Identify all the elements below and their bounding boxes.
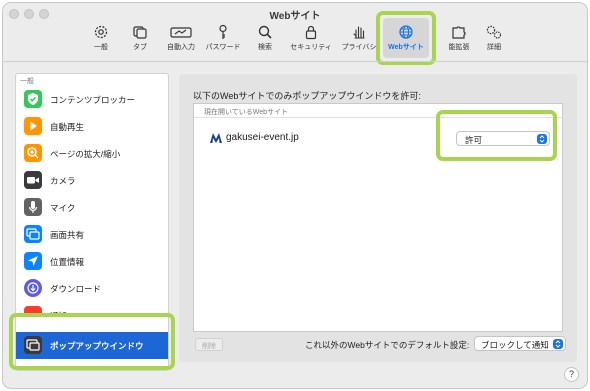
- window-title: Webサイト: [269, 11, 321, 22]
- play-icon: [24, 117, 42, 135]
- sidebar-item-screen-sharing[interactable]: 画面共有: [16, 221, 168, 248]
- tab-advanced[interactable]: 詳細: [464, 23, 524, 59]
- delete-button-label: 削除: [202, 343, 216, 350]
- site-name: gakusei-event.jp: [226, 132, 299, 143]
- default-setting-label: これ以外のWebサイトでのデフォルト設定:: [305, 340, 470, 350]
- location-icon: [24, 252, 42, 270]
- tab-advanced-label: 詳細: [487, 44, 501, 51]
- sidebar-item-camera[interactable]: カメラ: [16, 167, 168, 194]
- sidebar-item-content-blockers[interactable]: コンテンツブロッカー: [16, 86, 168, 113]
- sidebar-item-autoplay[interactable]: 自動再生: [16, 113, 168, 140]
- list-section-header-label: 現在開いているWebサイト: [204, 109, 289, 116]
- permission-select-highlight: [436, 110, 557, 161]
- tab-websites[interactable]: Webサイト: [376, 23, 436, 59]
- autofill-icon: [170, 27, 192, 38]
- delete-button[interactable]: 削除: [195, 338, 223, 351]
- tabs-icon: [133, 26, 147, 39]
- sidebar-item-page-zoom[interactable]: ページの拡大/縮小: [16, 140, 168, 167]
- hand-icon: [353, 26, 365, 39]
- sidebar-item-label: マイク: [50, 203, 76, 213]
- sidebar-item-label: 画面共有: [50, 230, 85, 240]
- globe-icon: [399, 25, 413, 39]
- site-favicon-icon: [210, 133, 222, 143]
- search-icon: [258, 25, 272, 39]
- sidebar-item-label: ページの拡大/縮小: [50, 149, 121, 159]
- default-setting-value: ブロックして通知: [481, 340, 549, 350]
- help-button[interactable]: ?: [564, 367, 579, 382]
- selected-item-highlight: [9, 313, 175, 370]
- microphone-icon: [24, 198, 42, 216]
- sidebar-item-label: 位置情報: [50, 257, 85, 267]
- key-icon: [219, 24, 227, 39]
- camera-icon: [24, 171, 42, 189]
- tab-websites-label: Webサイト: [388, 44, 424, 51]
- toolbar: 一般 タブ 自動入力 パスワード 検索 セキュリティ プライバシ Webサイト …: [3, 23, 587, 59]
- shield-check-icon: [24, 90, 42, 108]
- panel-title: 以下のWebサイトでのみポップアップウインドウを許可:: [193, 91, 421, 101]
- zoom-icon: [24, 144, 42, 162]
- toolbar-divider: [3, 61, 587, 62]
- screen-share-icon: [24, 225, 42, 243]
- gear-icon: [94, 25, 108, 39]
- sidebar-item-label: カメラ: [50, 176, 76, 186]
- sidebar-item-downloads[interactable]: ダウンロード: [16, 275, 168, 302]
- sidebar-item-location[interactable]: 位置情報: [16, 248, 168, 275]
- sidebar-item-label: ダウンロード: [50, 284, 102, 294]
- default-setting-select[interactable]: ブロックして通知: [474, 336, 566, 351]
- download-icon: [24, 279, 42, 297]
- chevron-updown-icon: [553, 339, 563, 349]
- lock-icon: [305, 25, 317, 40]
- title-bar: Webサイト 一般 タブ 自動入力 パスワード 検索 セキュリティ プライバシ …: [3, 3, 587, 65]
- sidebar-item-microphone[interactable]: マイク: [16, 194, 168, 221]
- sidebar-item-label: コンテンツブロッカー: [50, 95, 136, 105]
- sidebar-item-label: 自動再生: [50, 122, 85, 132]
- gears-icon: [486, 25, 502, 39]
- sidebar-header: 一般: [20, 78, 34, 85]
